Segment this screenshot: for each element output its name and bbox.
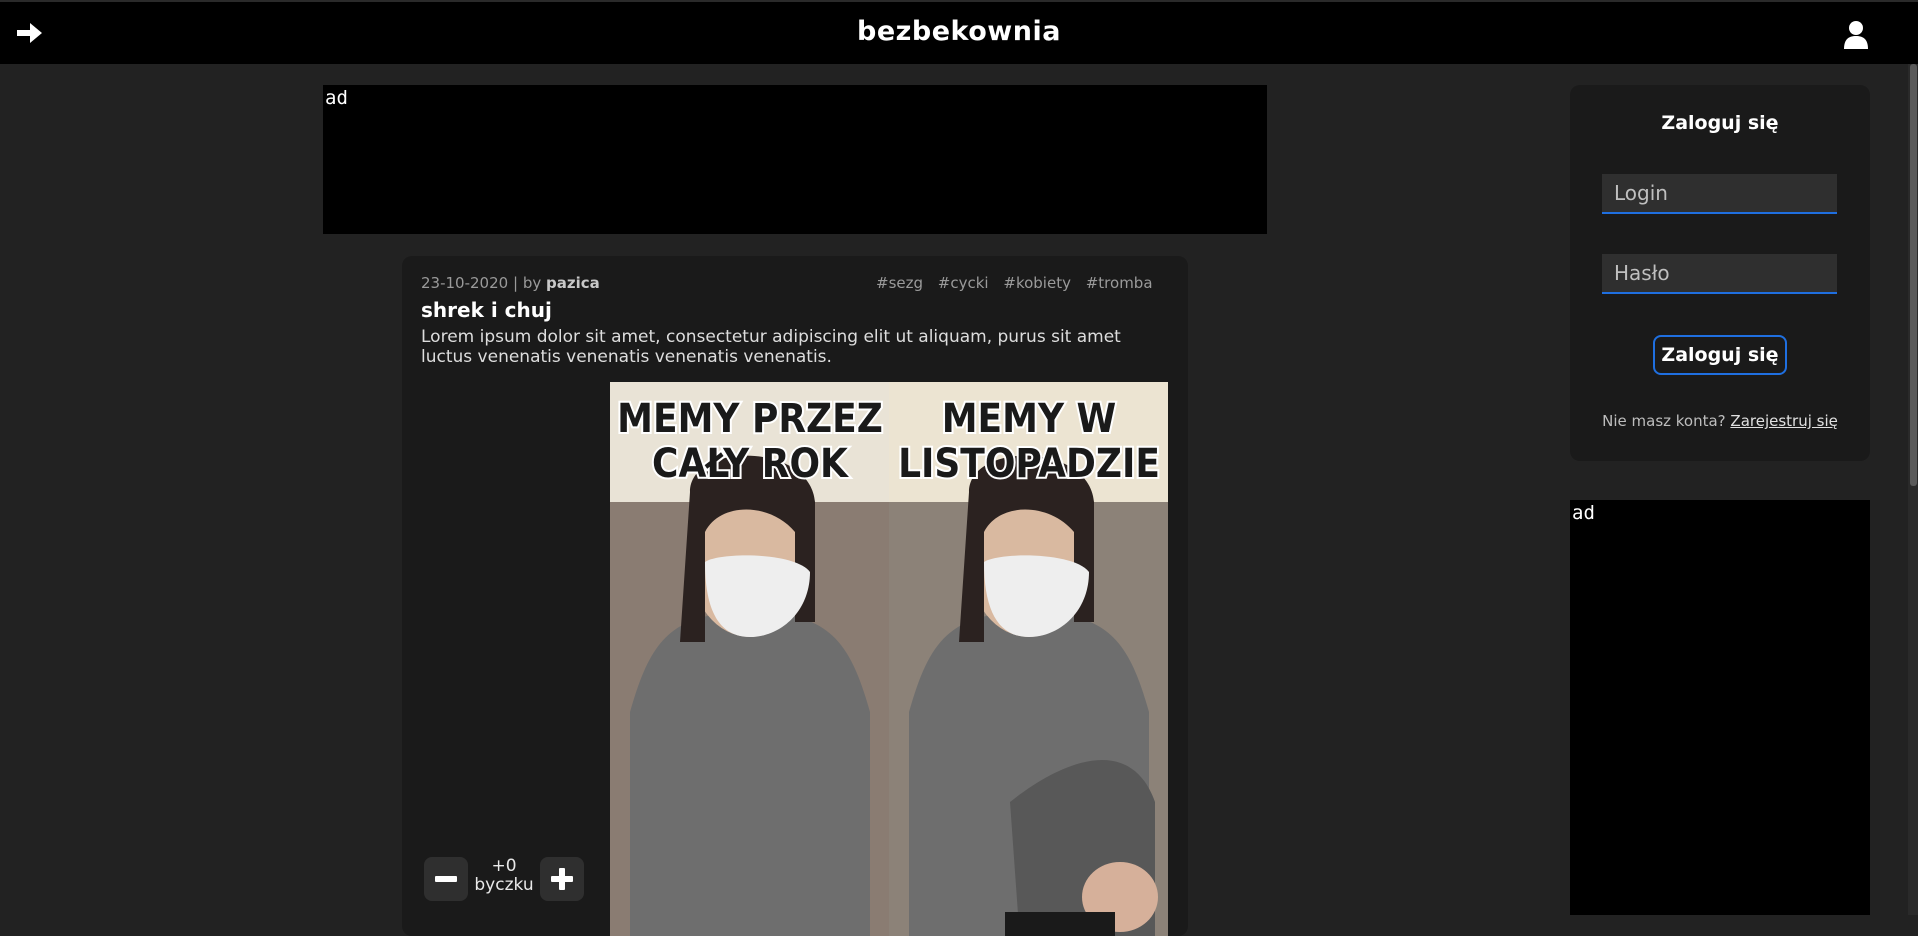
meta-separator: | xyxy=(512,274,519,292)
meme-caption-left-line1: MEMY PRZEZ xyxy=(617,396,883,442)
post-description: Lorem ipsum dolor sit amet, consectetur … xyxy=(421,327,1121,367)
register-link[interactable]: Zarejestruj się xyxy=(1730,412,1837,430)
post-author[interactable]: pazica xyxy=(546,274,600,292)
post-title[interactable]: shrek i chuj xyxy=(421,298,552,322)
vote-unit: byczku xyxy=(474,875,534,895)
tag-link[interactable]: #sezg xyxy=(876,274,923,292)
site-title[interactable]: bezbekownia xyxy=(0,16,1918,47)
ad-label: ad xyxy=(325,87,348,109)
meme-caption-left-line2: CAŁY ROK xyxy=(652,441,849,487)
tag-link[interactable]: #kobiety xyxy=(1003,274,1071,292)
vote-count: +0 byczku xyxy=(469,857,539,895)
tag-link[interactable]: #tromba xyxy=(1086,274,1153,292)
meme-caption-right-line1: MEMY W xyxy=(942,396,1117,442)
vote-panel: +0 byczku xyxy=(424,857,584,917)
by-label: by xyxy=(522,274,542,292)
login-input[interactable] xyxy=(1602,174,1837,214)
login-title: Zaloguj się xyxy=(1661,112,1779,134)
tag-link[interactable]: #cycki xyxy=(938,274,989,292)
login-panel: Zaloguj się Zaloguj się Nie masz konta? … xyxy=(1570,85,1870,461)
page-scrollbar[interactable] xyxy=(1908,64,1918,915)
post-tags: #sezg #cycki #kobiety #tromba xyxy=(876,274,1163,292)
meme-caption-right-line2: LISTOPADZIE xyxy=(898,441,1160,487)
no-account-text: Nie masz konta? xyxy=(1602,412,1726,430)
post-image[interactable]: MEMY PRZEZ CAŁY ROK MEMY W LISTOPADZIE xyxy=(610,382,1168,936)
minus-icon xyxy=(435,876,457,882)
user-icon[interactable] xyxy=(1843,20,1869,50)
ad-label: ad xyxy=(1572,502,1595,524)
downvote-button[interactable] xyxy=(424,857,468,901)
password-input[interactable] xyxy=(1602,254,1837,294)
register-prompt: Nie masz konta? Zarejestruj się xyxy=(1570,412,1870,430)
vote-score: +0 xyxy=(491,856,517,876)
upvote-button[interactable] xyxy=(540,857,584,901)
post-date: 23-10-2020 xyxy=(421,274,509,292)
ad-banner-side[interactable]: ad xyxy=(1570,500,1870,915)
top-navbar: bezbekownia xyxy=(0,0,1918,64)
plus-icon xyxy=(551,868,573,890)
scrollbar-thumb[interactable] xyxy=(1910,64,1917,486)
ad-banner-top[interactable]: ad xyxy=(323,85,1267,234)
post-card: 23-10-2020 | by pazica #sezg #cycki #kob… xyxy=(402,256,1188,936)
post-meta: 23-10-2020 | by pazica xyxy=(421,274,600,292)
login-button[interactable]: Zaloguj się xyxy=(1653,335,1787,375)
